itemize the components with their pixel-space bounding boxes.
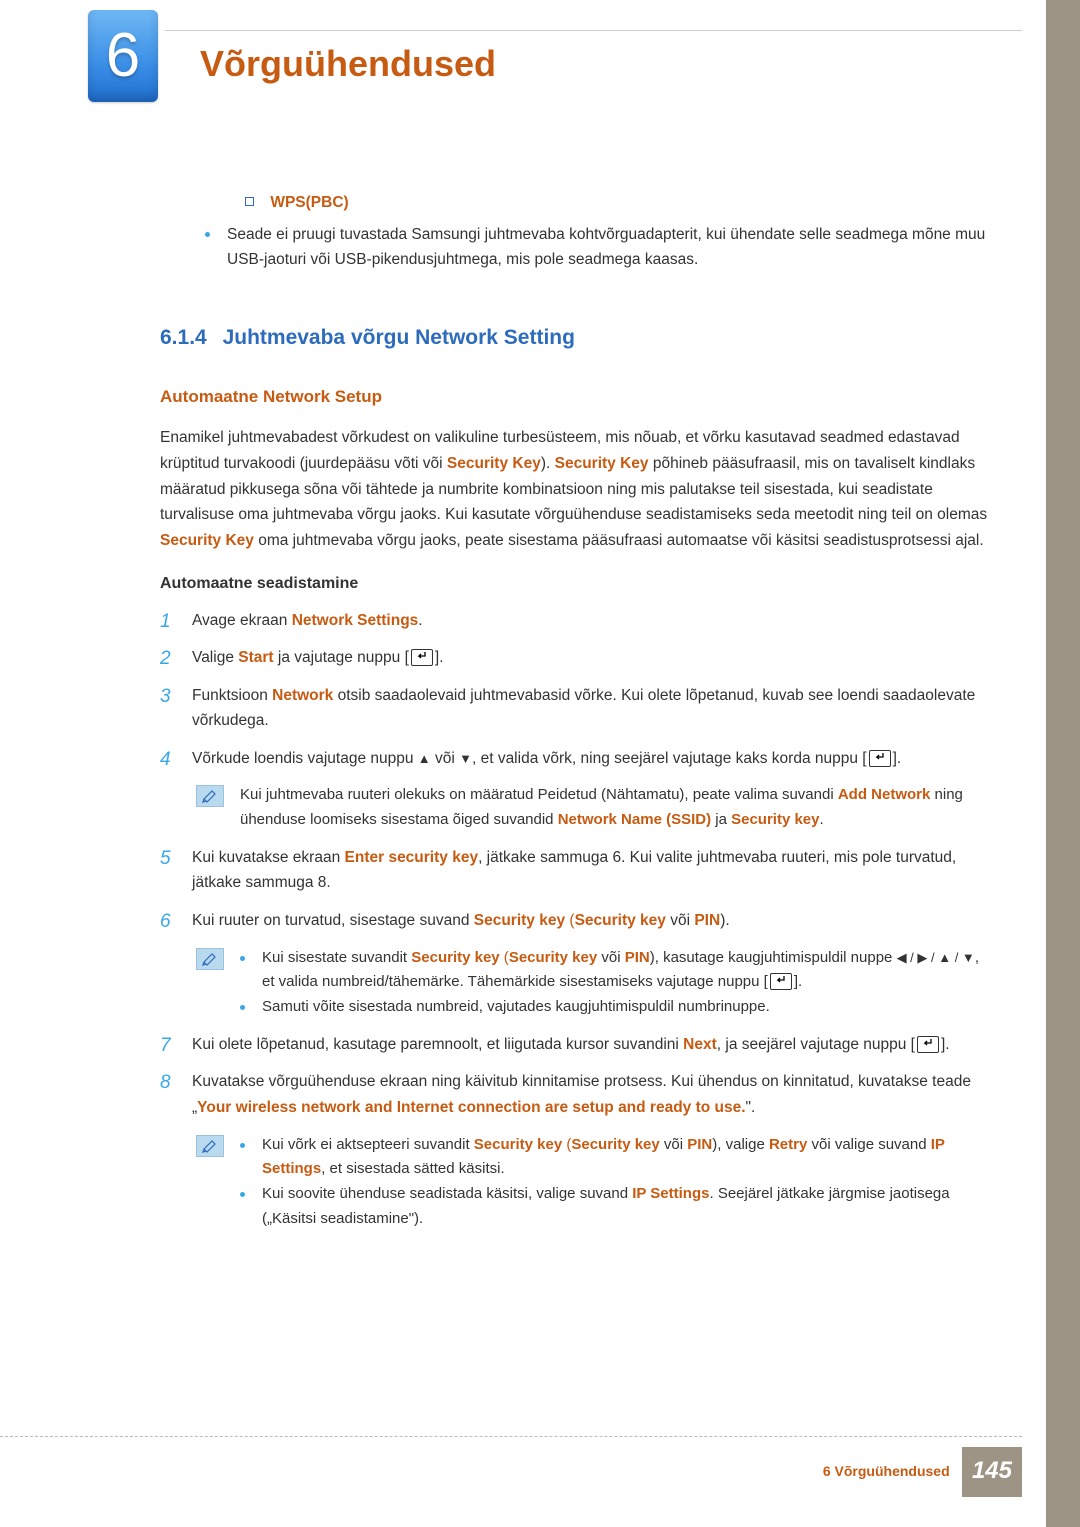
step-3: 3 Funktsioon Network otsib saadaolevaid … [160, 683, 990, 734]
note-bullet: Samuti võite sisestada numbreid, vajutad… [240, 995, 990, 1020]
wps-bullet: WPS(PBC) [245, 190, 990, 216]
auto-config-subhead: Automaatne seadistamine [160, 571, 990, 597]
footer-label: 6 Võrguühendused [823, 1463, 950, 1479]
chapter-badge: 6 [88, 10, 158, 102]
wps-note: Seade ei pruugi tuvastada Samsungi juhtm… [205, 222, 990, 273]
note-icon [196, 785, 224, 807]
note-icon [196, 1135, 224, 1157]
enter-icon [770, 973, 792, 990]
step-2: 2 Valige Start ja vajutage nuppu []. [160, 645, 990, 671]
enter-icon [869, 750, 891, 767]
note-bullet: Kui sisestate suvandit Security key (Sec… [240, 946, 990, 996]
footer: 6 Võrguühendused 145 [0, 1436, 1022, 1497]
chapter-number: 6 [106, 5, 140, 107]
note-bullet: Kui võrk ei aktsepteeri suvandit Securit… [240, 1133, 990, 1183]
nav-arrows-icon: ◀ / ▶ / ▲ / ▼ [897, 950, 975, 965]
note-icon [196, 948, 224, 970]
steps-list: 1 Avage ekraan Network Settings. 2 Valig… [160, 608, 990, 1232]
step-6: 6 Kui ruuter on turvatud, sisestage suva… [160, 908, 990, 1020]
side-stripe [1046, 0, 1080, 1527]
step-4: 4 Võrkude loendis vajutage nuppu ▲ või ▼… [160, 746, 990, 833]
up-arrow-icon: ▲ [418, 751, 431, 766]
wps-label: WPS(PBC) [270, 194, 348, 211]
auto-para: Enamikel juhtmevabadest võrkudest on val… [160, 425, 990, 553]
step-8: 8 Kuvatakse võrguühenduse ekraan ning kä… [160, 1069, 990, 1231]
step-1: 1 Avage ekraan Network Settings. [160, 608, 990, 634]
enter-icon [411, 649, 433, 666]
down-arrow-icon: ▼ [459, 751, 472, 766]
chapter-title: Võrguühendused [200, 34, 496, 93]
note-body: Kui juhtmevaba ruuteri olekuks on määrat… [240, 783, 990, 833]
section-title: Juhtmevaba võrgu Network Setting [223, 326, 575, 349]
note-bullet: Kui soovite ühenduse seadistada käsitsi,… [240, 1182, 990, 1232]
note-body: Kui sisestate suvandit Security key (Sec… [240, 946, 990, 1020]
auto-setup-heading: Automaatne Network Setup [160, 383, 990, 411]
enter-icon [917, 1036, 939, 1053]
square-bullet-icon [245, 197, 254, 206]
step-5: 5 Kui kuvatakse ekraan Enter security ke… [160, 845, 990, 896]
section-number: 6.1.4 [160, 326, 207, 349]
main-content: WPS(PBC) Seade ei pruugi tuvastada Samsu… [160, 190, 990, 1244]
note-body: Kui võrk ei aktsepteeri suvandit Securit… [240, 1133, 990, 1232]
note-box: Kui juhtmevaba ruuteri olekuks on määrat… [192, 783, 990, 833]
note-box: Kui sisestate suvandit Security key (Sec… [192, 946, 990, 1020]
page-number: 145 [962, 1447, 1022, 1497]
top-rule [165, 30, 1022, 31]
step-7: 7 Kui olete lõpetanud, kasutage paremnoo… [160, 1032, 990, 1058]
section-heading: 6.1.4 Juhtmevaba võrgu Network Setting [160, 321, 990, 356]
note-box: Kui võrk ei aktsepteeri suvandit Securit… [192, 1133, 990, 1232]
